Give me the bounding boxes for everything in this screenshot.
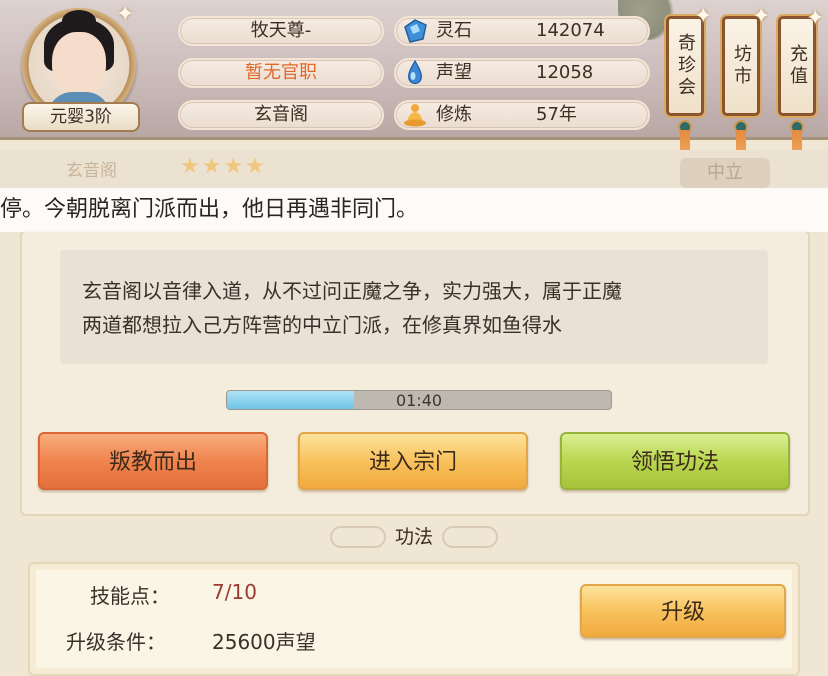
spirit-stone-icon	[400, 16, 430, 46]
sect-alignment-tag: 中立	[680, 158, 770, 188]
player-sect: 玄音阁	[178, 100, 384, 130]
sect-header: 玄音阁 ★★★★ 中立	[0, 150, 828, 190]
scrolling-notice: 停。今朝脱离门派而出，他日再遇非同门。	[0, 188, 828, 232]
reputation-drop-icon	[400, 58, 430, 88]
player-name: 牧天尊-	[178, 16, 384, 46]
sect-header-name: 玄音阁	[66, 161, 117, 181]
skill-points-value: 7/10	[212, 580, 257, 604]
crane-decoration-icon: ✦	[116, 2, 135, 27]
crane-decoration-icon: ✦	[752, 4, 771, 29]
skill-points-label: 技能点：	[90, 584, 170, 608]
stat-reputation: 声望 12058	[394, 58, 650, 88]
shop-recharge-button[interactable]: 充值	[778, 16, 816, 116]
realm-rank-plate: 元婴3阶	[22, 102, 140, 132]
countdown-progress-bar: 01:40	[226, 390, 612, 410]
sect-description: 玄音阁以音律入道，从不过问正魔之争，实力强大，属于正魔 两道都想拉入己方阵营的中…	[60, 250, 768, 364]
official-title: 暂无官职	[178, 58, 384, 88]
stat-spirit-stone: 灵石 142074	[394, 16, 650, 46]
shop-market-button[interactable]: 坊市	[722, 16, 760, 116]
comprehend-skill-button[interactable]: 领悟功法	[560, 432, 790, 490]
sect-star-rating: ★★★★	[180, 154, 267, 179]
cultivation-meditation-icon	[400, 100, 430, 130]
upgrade-condition-value: 25600声望	[212, 630, 316, 654]
upgrade-button[interactable]: 升级	[580, 584, 786, 638]
crane-decoration-icon: ✦	[694, 4, 713, 29]
stat-cultivation: 修炼 57年	[394, 100, 650, 130]
enter-sect-button[interactable]: 进入宗门	[298, 432, 528, 490]
countdown-timer-text: 01:40	[395, 391, 443, 410]
leave-sect-button[interactable]: 叛教而出	[38, 432, 268, 490]
shop-treasure-button[interactable]: 奇珍会	[666, 16, 704, 116]
crane-decoration-icon: ✦	[806, 6, 825, 31]
upgrade-condition-label: 升级条件：	[66, 630, 166, 654]
skills-section-title: 功法	[394, 526, 433, 548]
